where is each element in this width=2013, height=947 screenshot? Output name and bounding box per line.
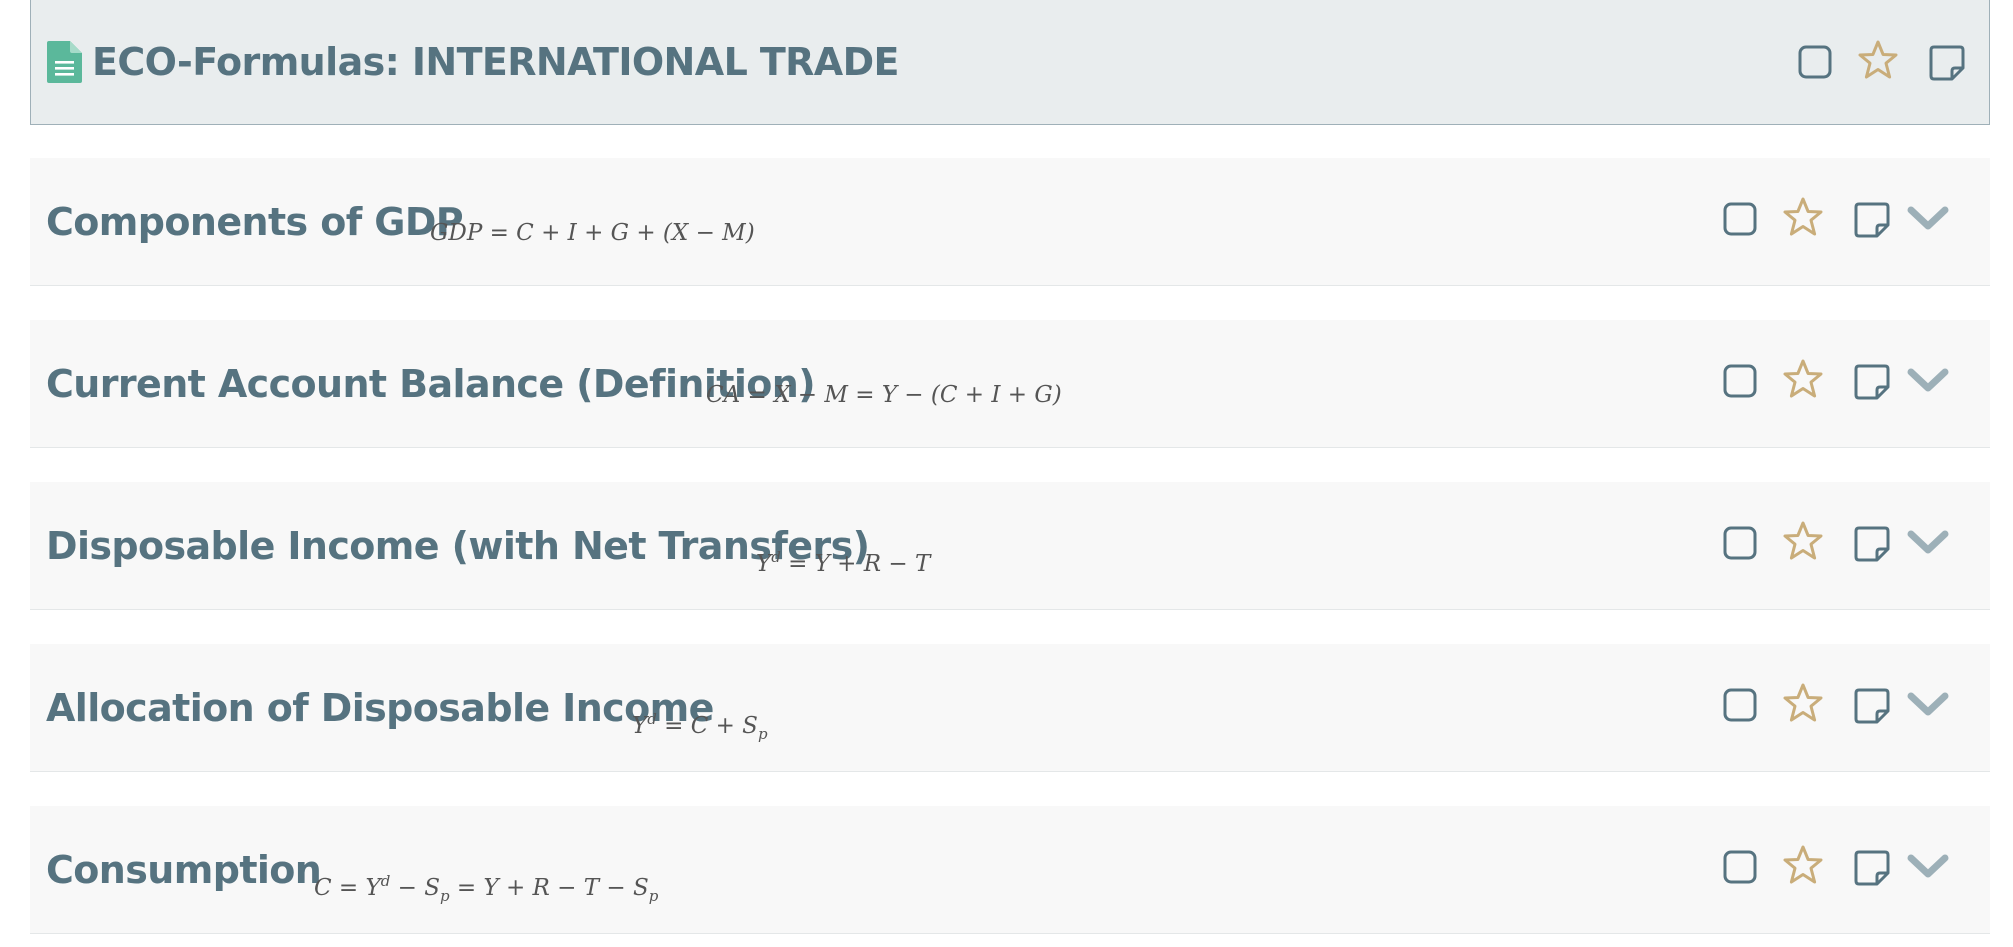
chevron-down-icon[interactable] xyxy=(1907,366,1949,396)
star-icon[interactable] xyxy=(1782,197,1824,237)
note-icon[interactable] xyxy=(1929,45,1965,81)
formula-card-allocation-of-disposable-income[interactable]: Allocation of Disposable Income Yd = C +… xyxy=(30,644,1990,772)
note-icon[interactable] xyxy=(1854,364,1890,400)
formula-card-consumption[interactable]: Consumption C = Yd − Sp = Y + R − T − Sp xyxy=(30,806,1990,934)
star-icon[interactable] xyxy=(1782,845,1824,885)
checkbox-icon[interactable] xyxy=(1723,688,1757,722)
note-icon[interactable] xyxy=(1854,526,1890,562)
checkbox-icon[interactable] xyxy=(1723,850,1757,884)
card-title: Components of GDP xyxy=(46,200,464,244)
note-icon[interactable] xyxy=(1854,202,1890,238)
card-title: Allocation of Disposable Income xyxy=(46,686,714,730)
page-title: ECO-Formulas: INTERNATIONAL TRADE xyxy=(92,40,900,84)
star-icon[interactable] xyxy=(1857,40,1899,80)
formula-card-disposable-income[interactable]: Disposable Income (with Net Transfers) Y… xyxy=(30,482,1990,610)
checkbox-icon[interactable] xyxy=(1723,202,1757,236)
chevron-down-icon[interactable] xyxy=(1907,204,1949,234)
checkbox-icon[interactable] xyxy=(1798,45,1832,79)
formula-text: GDP = C + I + G + (X − M) xyxy=(430,220,755,246)
star-icon[interactable] xyxy=(1782,521,1824,561)
note-icon[interactable] xyxy=(1854,688,1890,724)
card-title: Disposable Income (with Net Transfers) xyxy=(46,524,870,568)
formula-text: Yd = C + Sp xyxy=(632,710,768,743)
formula-text: CA = X − M = Y − (C + I + G) xyxy=(706,382,1062,408)
note-icon[interactable] xyxy=(1854,850,1890,886)
chevron-down-icon[interactable] xyxy=(1907,528,1949,558)
star-icon[interactable] xyxy=(1782,359,1824,399)
chevron-down-icon[interactable] xyxy=(1907,852,1949,882)
checkbox-icon[interactable] xyxy=(1723,526,1757,560)
formula-card-current-account-balance[interactable]: Current Account Balance (Definition) CA … xyxy=(30,320,1990,448)
formula-card-components-of-gdp[interactable]: Components of GDP GDP = C + I + G + (X −… xyxy=(30,158,1990,286)
formula-text: C = Yd − Sp = Y + R − T − Sp xyxy=(314,872,659,905)
header-bar: ECO-Formulas: INTERNATIONAL TRADE xyxy=(30,0,1990,125)
star-icon[interactable] xyxy=(1782,683,1824,723)
formula-text: Yd = Y + R − T xyxy=(756,548,931,577)
card-title: Current Account Balance (Definition) xyxy=(46,362,816,406)
document-icon xyxy=(47,41,82,83)
checkbox-icon[interactable] xyxy=(1723,364,1757,398)
card-title: Consumption xyxy=(46,848,322,892)
chevron-down-icon[interactable] xyxy=(1907,690,1949,720)
